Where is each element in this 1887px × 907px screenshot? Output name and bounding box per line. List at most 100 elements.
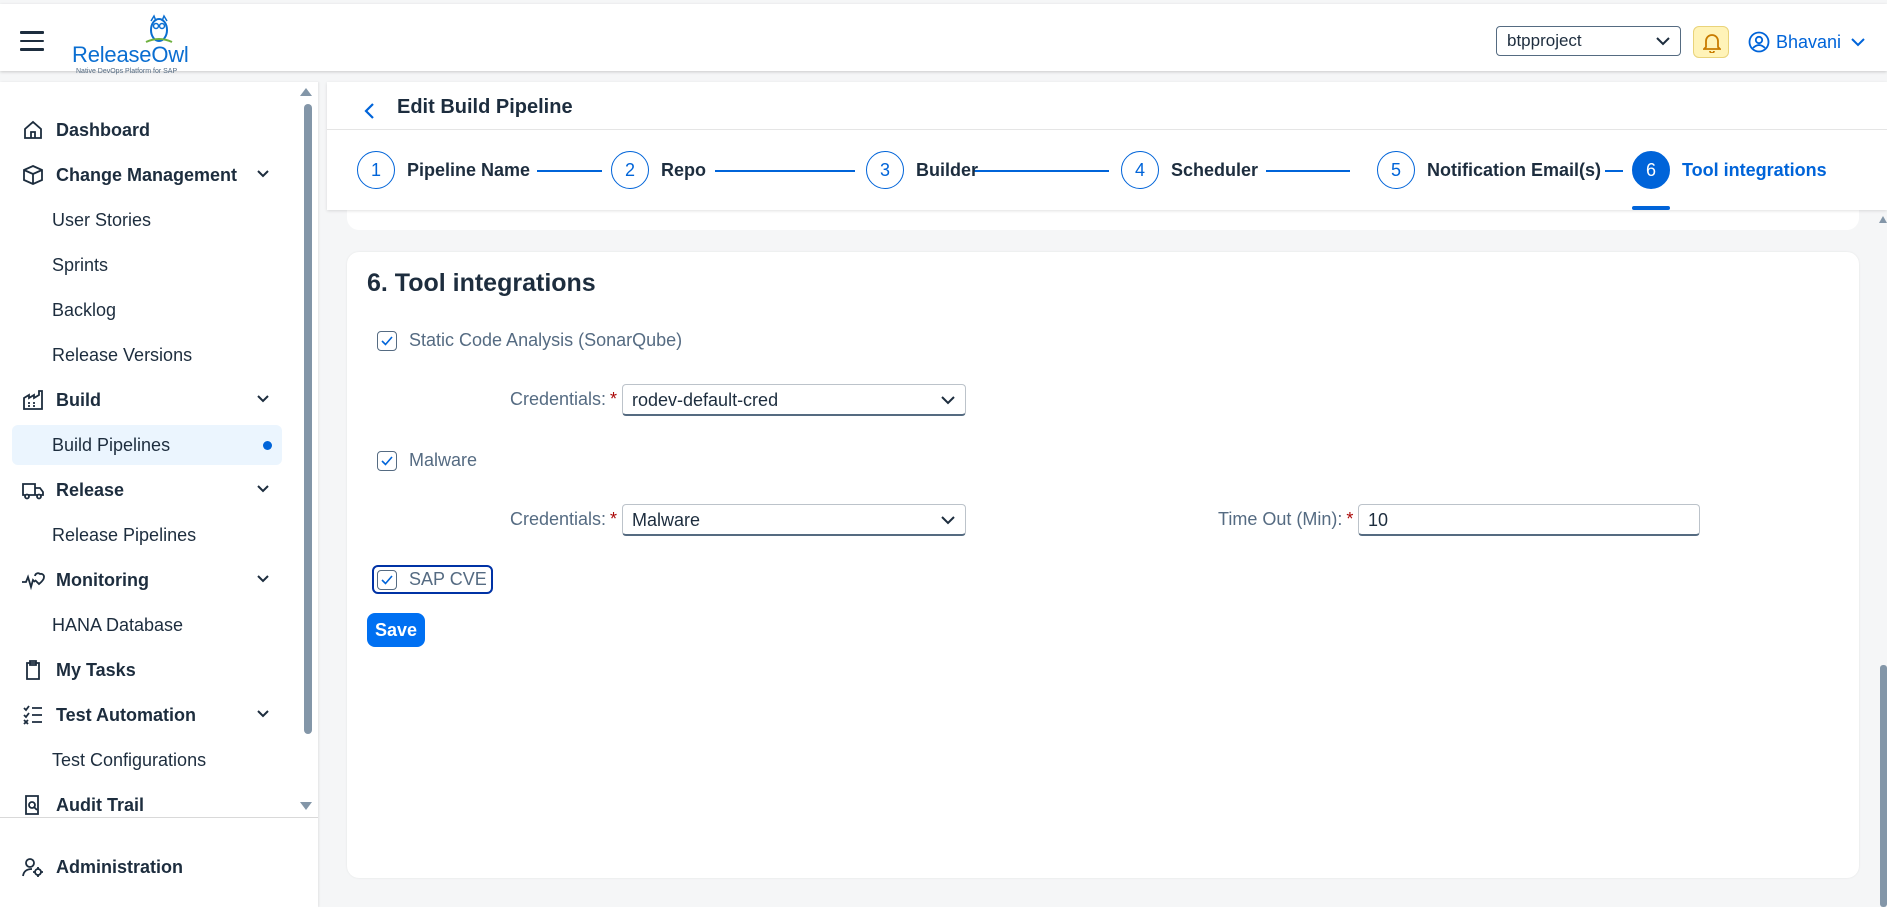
notifications-button[interactable]: [1693, 26, 1729, 58]
step-connector: [537, 170, 602, 172]
required-marker: *: [610, 389, 618, 409]
step-connector: [1266, 170, 1350, 172]
page-header: Edit Build Pipeline 1 Pipeline Name 2 Re…: [327, 82, 1887, 210]
required-marker: *: [610, 509, 618, 529]
step-tool-integrations[interactable]: 6 Tool integrations: [1632, 150, 1827, 190]
menu-icon[interactable]: [20, 31, 44, 51]
checkbox-label: Static Code Analysis (SonarQube): [409, 330, 683, 350]
home-icon: [20, 117, 46, 143]
user-settings-icon: [20, 854, 46, 880]
chevron-down-icon: [941, 516, 955, 525]
step-pipeline-name[interactable]: 1 Pipeline Name: [357, 150, 530, 190]
bell-icon: [1703, 34, 1721, 53]
step-repo[interactable]: 2 Repo: [611, 150, 706, 190]
sidebar-item-my-tasks[interactable]: My Tasks: [12, 650, 282, 690]
chevron-left-icon: [364, 103, 374, 119]
malware-credentials-select[interactable]: Malware: [622, 504, 966, 536]
timeout-label: Time Out (Min): *: [1218, 509, 1354, 529]
sidebar-item-monitoring[interactable]: Monitoring: [12, 560, 282, 600]
project-select-value: btpproject: [1507, 31, 1582, 50]
checkbox-box[interactable]: [377, 569, 397, 590]
page-title: Edit Build Pipeline: [397, 96, 573, 118]
factory-icon: [20, 387, 46, 413]
select-value: Malware: [632, 510, 701, 530]
sidebar-item-administration[interactable]: Administration: [12, 847, 282, 887]
sap-cve-checkbox[interactable]: SAP CVE: [372, 565, 493, 594]
step-number: 3: [866, 151, 904, 189]
heart-monitor-icon: [20, 567, 46, 593]
sidebar-item-test-automation[interactable]: Test Automation: [12, 695, 282, 735]
chevron-down-icon[interactable]: [256, 394, 270, 404]
main-scrollbar[interactable]: [1880, 665, 1887, 907]
sonarqube-checkbox[interactable]: Static Code Analysis (SonarQube): [377, 330, 682, 351]
user-name: Bhavani: [1776, 31, 1842, 52]
sonarqube-credentials-label: Credentials: *: [510, 389, 618, 409]
sidebar-item-audit-trail[interactable]: Audit Trail: [12, 785, 282, 825]
checkbox-label: Malware: [409, 450, 478, 470]
project-select[interactable]: btpproject: [1496, 26, 1681, 56]
chevron-down-icon: [1656, 37, 1670, 46]
user-menu-button[interactable]: Bhavani: [1748, 28, 1871, 56]
step-scheduler[interactable]: 4 Scheduler: [1121, 150, 1258, 190]
chevron-down-icon[interactable]: [256, 574, 270, 584]
truck-icon: [20, 477, 46, 503]
logo-tagline: Native DevOps Platform for SAP: [76, 68, 178, 75]
step-label: Builder: [916, 159, 979, 180]
chevron-down-icon[interactable]: [256, 484, 270, 494]
scroll-down-arrow[interactable]: [300, 802, 312, 810]
step-number: 2: [611, 151, 649, 189]
chevron-down-icon[interactable]: [256, 169, 270, 179]
step-label: Tool integrations: [1682, 159, 1827, 180]
sidebar-item-build[interactable]: Build: [12, 380, 282, 420]
select-value: rodev-default-cred: [632, 390, 779, 410]
selected-indicator: [263, 441, 272, 450]
step-number: 4: [1121, 151, 1159, 189]
chevron-down-icon[interactable]: [256, 709, 270, 719]
step-notification-emails[interactable]: 5 Notification Email(s): [1377, 150, 1601, 190]
sidebar: Dashboard Change Management User Stories…: [0, 82, 318, 907]
sidebar-divider: [0, 817, 318, 818]
divider: [327, 129, 1887, 130]
sidebar-item-release[interactable]: Release: [12, 470, 282, 510]
sidebar-item-sprints[interactable]: Sprints: [12, 245, 282, 285]
audit-icon: [20, 792, 46, 818]
sidebar-scrollbar[interactable]: [304, 104, 312, 734]
active-step-indicator: [1632, 206, 1670, 210]
back-button[interactable]: [357, 98, 383, 124]
sidebar-item-release-pipelines[interactable]: Release Pipelines: [12, 515, 282, 555]
checkbox-label: SAP CVE: [409, 569, 487, 589]
step-connector: [715, 170, 855, 172]
malware-checkbox[interactable]: Malware: [377, 450, 477, 471]
sidebar-item-hana-database[interactable]: HANA Database: [12, 605, 282, 645]
step-number: 5: [1377, 151, 1415, 189]
releaseowl-logo[interactable]: ReleaseOwl Native DevOps Platform for SA…: [70, 12, 200, 75]
checkbox-box[interactable]: [377, 330, 397, 351]
sidebar-item-dashboard[interactable]: Dashboard: [12, 110, 282, 150]
step-builder[interactable]: 3 Builder: [866, 150, 978, 190]
logo-wordmark: ReleaseOwl: [72, 42, 189, 67]
checkmark-icon: [381, 335, 393, 346]
checkmark-icon: [381, 455, 393, 466]
step-number: 1: [357, 151, 395, 189]
required-marker: *: [1346, 509, 1354, 529]
timeout-input[interactable]: 10: [1358, 504, 1700, 536]
user-avatar-icon: [1748, 31, 1770, 53]
checkbox-box[interactable]: [377, 450, 397, 471]
step-label: Scheduler: [1171, 159, 1259, 180]
change-icon: [20, 162, 46, 188]
step-number: 6: [1632, 151, 1670, 189]
top-bar: ReleaseOwl Native DevOps Platform for SA…: [0, 4, 1887, 75]
sidebar-item-user-stories[interactable]: User Stories: [12, 200, 282, 240]
save-button[interactable]: Save: [367, 613, 425, 647]
sidebar-item-change-management[interactable]: Change Management: [12, 155, 282, 195]
sidebar-item-test-configurations[interactable]: Test Configurations: [12, 740, 282, 780]
sidebar-item-release-versions[interactable]: Release Versions: [12, 335, 282, 375]
scroll-up-arrow[interactable]: [1879, 216, 1887, 223]
sidebar-item-build-pipelines[interactable]: Build Pipelines: [12, 425, 282, 465]
sidebar-item-backlog[interactable]: Backlog: [12, 290, 282, 330]
scroll-up-arrow[interactable]: [300, 88, 312, 96]
step-label: Repo: [661, 159, 706, 180]
step-connector: [974, 170, 1109, 172]
sonarqube-credentials-select[interactable]: rodev-default-cred: [622, 384, 966, 416]
step-label: Pipeline Name: [407, 159, 531, 180]
